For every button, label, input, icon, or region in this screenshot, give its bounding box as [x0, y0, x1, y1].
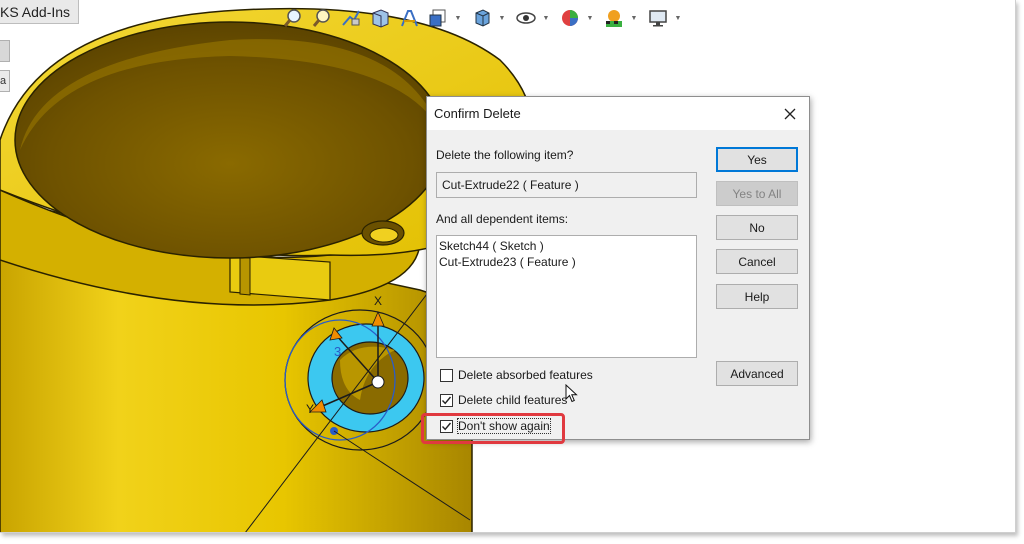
previous-view-icon[interactable]	[338, 5, 364, 31]
dependents-label: And all dependent items:	[436, 212, 569, 226]
list-item[interactable]: Cut-Extrude23 ( Feature )	[439, 254, 696, 270]
checkbox-box[interactable]	[440, 393, 453, 407]
triad-y-label: Y	[306, 402, 314, 416]
hide-show-icon[interactable]	[513, 5, 539, 31]
side-panel-tab[interactable]	[0, 40, 10, 62]
close-icon[interactable]	[775, 100, 805, 127]
delete-child-checkbox[interactable]: Delete child features	[440, 392, 567, 408]
checkmark-icon	[441, 396, 452, 404]
zoom-to-area-icon[interactable]	[309, 5, 335, 31]
zoom-to-fit-icon[interactable]	[280, 5, 306, 31]
chevron-down-icon[interactable]: ▼	[630, 5, 638, 31]
view-settings-icon[interactable]	[645, 5, 671, 31]
help-button[interactable]: Help	[716, 284, 798, 309]
chevron-down-icon[interactable]: ▼	[454, 5, 462, 31]
section-view-icon[interactable]	[367, 5, 393, 31]
display-style-icon[interactable]	[469, 5, 495, 31]
dialog-titlebar[interactable]: Confirm Delete	[427, 97, 809, 130]
view-orientation-icon[interactable]	[425, 5, 451, 31]
cancel-button[interactable]: Cancel	[716, 249, 798, 274]
svg-text:3: 3	[334, 344, 341, 359]
heads-up-view-toolbar: ▼ ▼ ▼ ▼ ▼ ▼	[280, 4, 686, 32]
dynamic-annotation-icon[interactable]	[396, 5, 422, 31]
dependents-list[interactable]: Sketch44 ( Sketch ) Cut-Extrude23 ( Feat…	[436, 235, 697, 358]
apply-scene-icon[interactable]	[601, 5, 627, 31]
advanced-button[interactable]: Advanced	[716, 361, 798, 386]
list-item[interactable]: Sketch44 ( Sketch )	[439, 238, 696, 254]
chevron-down-icon[interactable]: ▼	[542, 5, 550, 31]
delete-absorbed-label: Delete absorbed features	[458, 368, 593, 382]
callout-highlight-box	[421, 413, 565, 444]
deleted-item-field: Cut-Extrude22 ( Feature )	[436, 172, 697, 198]
no-button[interactable]: No	[716, 215, 798, 240]
triad-x-label: X	[374, 294, 382, 308]
checkbox-box[interactable]	[440, 368, 453, 382]
dialog-title: Confirm Delete	[434, 106, 521, 121]
delete-child-label: Delete child features	[458, 393, 568, 407]
yes-to-all-button[interactable]: Yes to All	[716, 181, 798, 206]
delete-prompt-label: Delete the following item?	[436, 148, 574, 162]
screenshot: 3 X Y KS Add-Ins a ▼ ▼ ▼ ▼ ▼ ▼ Confirm D…	[0, 0, 1024, 544]
mouse-pointer-icon	[565, 384, 578, 403]
chevron-down-icon[interactable]: ▼	[586, 5, 594, 31]
confirm-delete-dialog: Confirm Delete Delete the following item…	[426, 96, 810, 440]
side-panel-tab-secondary[interactable]: a	[0, 70, 10, 92]
chevron-down-icon[interactable]: ▼	[498, 5, 506, 31]
edit-appearance-icon[interactable]	[557, 5, 583, 31]
addins-tab[interactable]: KS Add-Ins	[0, 0, 80, 24]
delete-absorbed-checkbox[interactable]: Delete absorbed features	[440, 367, 593, 383]
chevron-down-icon[interactable]: ▼	[674, 5, 682, 31]
side-tab-text: a	[0, 75, 7, 87]
yes-button[interactable]: Yes	[716, 147, 798, 172]
